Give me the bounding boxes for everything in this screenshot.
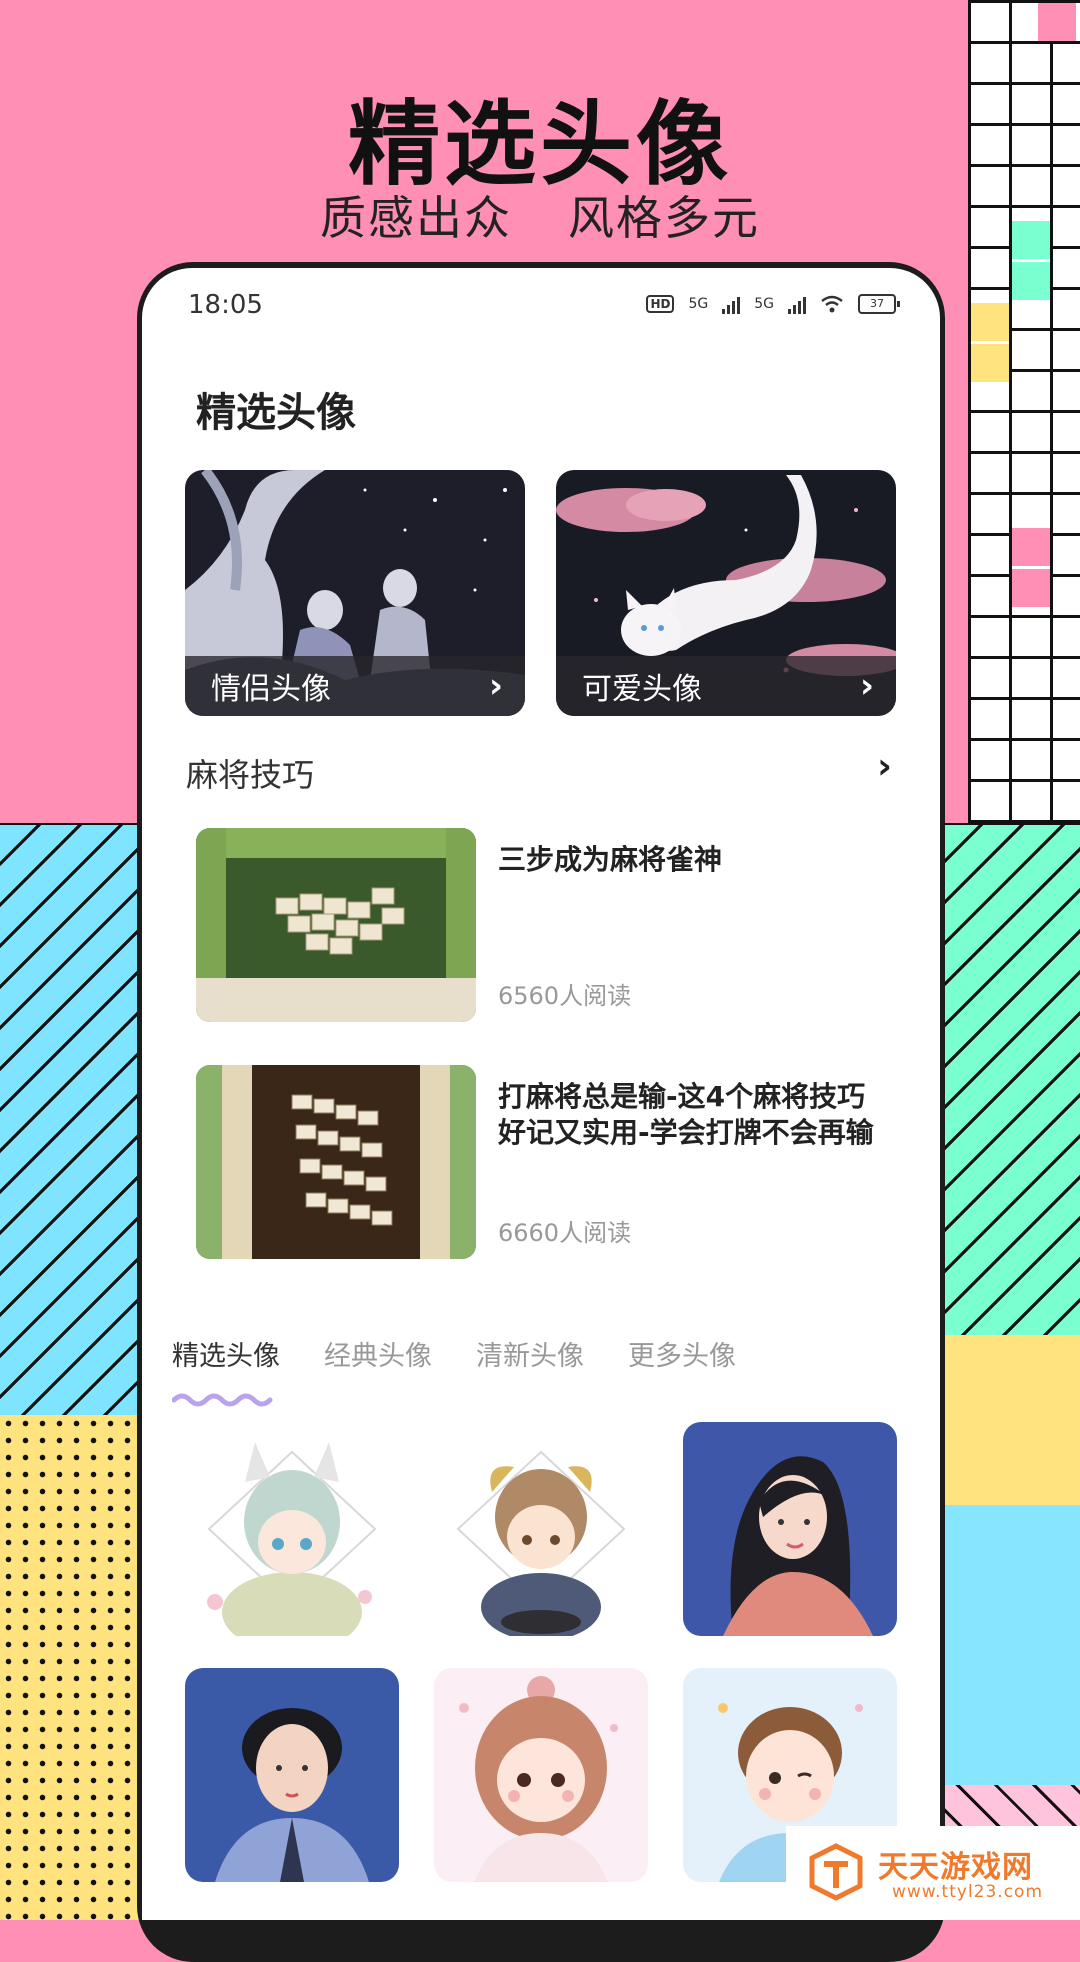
background-stripes-left [0,825,140,1415]
grid-cell-pink [1012,528,1050,566]
section-title: 麻将技巧 [186,756,315,794]
status-time: 18:05 [188,290,263,320]
article-read-count: 6560人阅读 [498,982,632,1010]
avatar-illustration [459,1676,618,1882]
avatar-thumbnail[interactable] [683,1422,897,1636]
chevron-right-icon: › [859,666,874,706]
background-blue-block [942,1505,1080,1785]
article-thumbnail [196,828,476,1022]
article-read-count: 6660人阅读 [498,1219,632,1247]
card-caption-bar: 情侣头像 › [185,656,525,716]
article-thumbnail [196,1065,476,1259]
background-dots-left [0,1415,140,1920]
hero-subtitle: 质感出众 风格多元 [0,182,1080,248]
avatar-thumbnail[interactable] [185,1668,399,1882]
tab-fresh[interactable]: 清新头像 [476,1334,584,1373]
background-stripes-right [942,825,1080,1335]
watermark-url: www.ttyl23.com [892,1882,1044,1902]
tab-wave-indicator [172,1393,273,1407]
avatar-illustration [456,1450,626,1636]
grid-cell-pink [1012,569,1050,607]
card-label: 情侣头像 [211,672,331,707]
signal-icon [788,294,806,314]
network-label: 5G [754,296,774,312]
background-yellow-block [942,1335,1080,1505]
card-caption-bar: 可爱头像 › [556,656,896,716]
avatar-thumbnail[interactable] [185,1422,399,1636]
tab-classic[interactable]: 经典头像 [324,1334,432,1373]
watermark-name: 天天游戏网 [878,1850,1033,1885]
hero-subtitle-right: 风格多元 [568,191,760,245]
cute-avatar-card[interactable]: 可爱头像 › [556,470,896,716]
site-watermark: 天天游戏网 www.ttyl23.com [786,1826,1080,1920]
tab-more[interactable]: 更多头像 [628,1334,736,1373]
card-label: 可爱头像 [582,672,702,707]
grid-cell-yellow [971,344,1009,382]
article-title: 三步成为麻将雀神 [498,843,723,876]
battery-icon: 37 [858,294,900,314]
hd-badge: HD [646,295,675,313]
avatar-illustration [723,1456,873,1636]
avatar-thumbnail[interactable] [434,1422,648,1636]
tips-section-header[interactable]: 麻将技巧 › [186,746,898,796]
grid-cell-mint [1012,262,1050,300]
chevron-right-icon: › [488,666,503,706]
avatar-illustration [207,1442,377,1636]
avatar-thumbnail[interactable] [434,1668,648,1882]
watermark-logo-icon [809,1843,863,1901]
grid-cell-yellow [971,303,1009,341]
hero-subtitle-left: 质感出众 [320,191,512,245]
article-item[interactable]: 打麻将总是输-这4个麻将技巧好记又实用-学会打牌不会再输 6660人阅读 [196,1065,896,1259]
network-label: 5G [688,296,709,312]
tab-featured[interactable]: 精选头像 [172,1334,280,1373]
status-icons: HD 5G 5G 37 [646,294,900,314]
couple-avatar-card[interactable]: 情侣头像 › [185,470,525,716]
article-title: 打麻将总是输-这4个麻将技巧好记又实用-学会打牌不会再输 [498,1080,874,1149]
status-bar: 18:05 HD 5G 5G 37 [186,290,900,326]
wifi-icon [821,295,843,313]
page-title: 精选头像 [196,390,356,436]
chevron-right-icon[interactable]: › [877,746,892,787]
grid-cell-pink [1038,3,1076,41]
signal-icon [722,294,741,314]
phone-screen: 18:05 HD 5G 5G 37 精选头像 情侣头像 › 可爱头像 › 麻将技… [142,268,940,1920]
avatar-illustration [215,1708,369,1882]
article-item[interactable]: 三步成为麻将雀神 6560人阅读 [196,828,896,1022]
